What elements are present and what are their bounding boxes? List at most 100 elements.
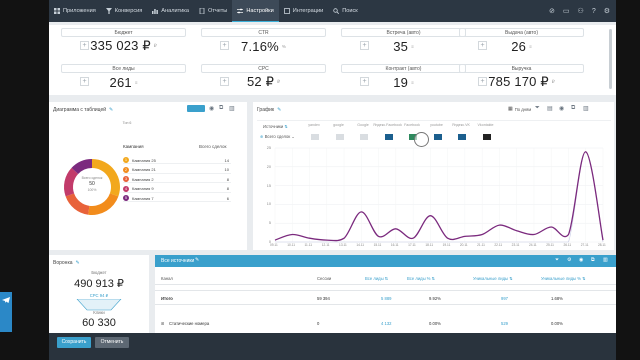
nav-item-reports[interactable]: Отчеты xyxy=(194,0,232,22)
nav-item-search[interactable]: Поиск xyxy=(328,0,363,22)
filter-button[interactable] xyxy=(187,105,205,117)
delete-icon[interactable]: ▥ xyxy=(603,257,608,263)
settings-icon[interactable]: ⚙ xyxy=(604,7,610,15)
kpi-all-leads[interactable]: Все лиды +261 ≡ xyxy=(61,64,186,91)
kpi-meeting[interactable]: Встреча (авто) +35 ≡ xyxy=(341,28,466,55)
delete-icon[interactable]: ▥ xyxy=(229,105,235,112)
source-icon[interactable] xyxy=(335,134,344,140)
help-icon[interactable]: ? xyxy=(592,8,596,15)
source-icon[interactable] xyxy=(433,134,442,140)
sort-icon[interactable]: ⇅ xyxy=(284,124,288,129)
table-row-total[interactable]: Итого 59 394 5 889 9.92% 997 1.68% xyxy=(155,292,616,305)
col-header-leads-pct[interactable]: Все лиды % ⇅ xyxy=(407,276,435,281)
legend-row[interactable]: 3 Кампания 2 8 xyxy=(123,175,231,183)
expand-icon[interactable]: ⊞ xyxy=(161,321,165,326)
col-header-unique-pct[interactable]: Уникальные лиды % ⇅ xyxy=(541,276,586,281)
legend-value: 10 xyxy=(224,167,229,172)
legend-row[interactable]: 5 Кампания 7 6 xyxy=(123,194,231,202)
side-help-tab[interactable] xyxy=(0,292,12,332)
table-divider xyxy=(155,290,616,291)
col-header-leads[interactable]: Все лиды ⇅ xyxy=(365,276,388,281)
edit-pencil-icon[interactable]: ✎ xyxy=(277,107,281,113)
col-header-sessions[interactable]: Сессии xyxy=(317,276,331,281)
nav-right-icons: ⊘ ▭ ⚇ ? ⚙ xyxy=(549,0,610,22)
panel-title-text: График xyxy=(257,107,275,113)
line-chart xyxy=(274,147,604,243)
plus-icon[interactable]: + xyxy=(478,77,487,86)
eye-icon[interactable]: ◉ xyxy=(579,257,583,263)
source-icon[interactable] xyxy=(458,134,466,140)
eye-icon[interactable]: ◉ xyxy=(209,105,214,112)
x-tick-label: 09.11 xyxy=(270,243,278,247)
funnel-cpc-label: CPC xyxy=(89,293,99,298)
legend-value: 8 xyxy=(226,186,229,191)
eye-off-icon[interactable]: ⊘ xyxy=(549,7,555,15)
eye-icon[interactable]: ◉ xyxy=(559,105,564,112)
plus-icon[interactable]: + xyxy=(360,41,369,50)
col-header-unique[interactable]: Уникальные лиды ⇅ xyxy=(473,276,513,281)
kpi-revenue[interactable]: Выручка +785 170 ₽ ₽ xyxy=(459,64,584,91)
kpi-cpc[interactable]: CPC +52 ₽ ₽ xyxy=(201,64,326,91)
nav-label: Интеграции xyxy=(292,8,324,14)
plus-icon[interactable]: + xyxy=(360,77,369,86)
plus-icon[interactable]: + xyxy=(220,77,229,86)
kpi-budget[interactable]: Бюджет +335 023 ₽ ₽ xyxy=(61,28,186,55)
donut-slice[interactable] xyxy=(65,193,90,215)
plus-icon[interactable]: + xyxy=(478,41,487,50)
nav-label: Поиск xyxy=(342,8,358,14)
nav-item-analytics[interactable]: Аналитика xyxy=(147,0,194,22)
col-header-leads-pct-label: Все лиды % xyxy=(407,276,431,281)
chart-type-icon[interactable]: ▤ xyxy=(547,105,553,112)
copy-icon[interactable]: ⧉ xyxy=(219,105,223,112)
edit-pencil-icon[interactable]: ✎ xyxy=(76,260,80,266)
plus-icon[interactable]: + xyxy=(220,41,229,50)
kpi-label: Бюджет xyxy=(61,28,186,37)
cell-leads[interactable]: 5 889 xyxy=(381,296,391,301)
nav-item-integrations[interactable]: Интеграции xyxy=(279,0,328,22)
nav-item-apps[interactable]: Приложения xyxy=(49,0,101,22)
funnel-budget-value: 490 913 ₽ xyxy=(74,278,124,290)
source-icon[interactable] xyxy=(384,134,393,140)
table-row[interactable]: ⊞ Статические номера 0 4 132 0.00% 529 0… xyxy=(155,318,616,330)
plus-icon[interactable]: + xyxy=(80,77,89,86)
period-select[interactable]: ▦ По дням xyxy=(508,106,531,112)
cancel-button[interactable]: Отменить xyxy=(95,337,129,348)
donut-center-value: 50 xyxy=(89,181,95,187)
source-icon[interactable] xyxy=(360,134,368,140)
nav-item-conversion[interactable]: Конверсия xyxy=(101,0,148,22)
plus-icon[interactable]: + xyxy=(80,41,89,50)
col-header-channel[interactable]: Канал xyxy=(161,276,173,281)
filter-icon[interactable]: ⏷ xyxy=(535,105,540,112)
source-icon[interactable] xyxy=(311,134,319,140)
edit-pencil-icon[interactable]: ✎ xyxy=(109,107,113,113)
kpi-scrollbar[interactable] xyxy=(609,29,612,89)
kpi-ctr[interactable]: CTR +7.16%% xyxy=(201,28,326,55)
monitor-icon[interactable]: ▭ xyxy=(563,7,570,15)
legend-row[interactable]: 1 Кампания 25 14 xyxy=(123,156,231,164)
delete-icon[interactable]: ▥ xyxy=(583,105,589,112)
cell-unique[interactable]: 997 xyxy=(501,296,508,301)
nav-item-settings[interactable]: Настройки xyxy=(232,0,279,22)
kpi-unit: % xyxy=(281,43,286,49)
expand-icon: ⊕ xyxy=(260,134,264,139)
copy-icon[interactable]: ⧉ xyxy=(591,257,595,263)
panel-title-text: Диаграмма с таблицей xyxy=(53,107,107,113)
kpi-issued[interactable]: Выдача (авто) +26 ≡ xyxy=(459,28,584,55)
cell-leads-pct: 0.00% xyxy=(429,321,441,326)
settings-icon[interactable]: ⚙ xyxy=(567,257,571,263)
legend-row[interactable]: 4 Кампания 9 8 xyxy=(123,185,231,193)
cell-unique[interactable]: 529 xyxy=(501,321,508,326)
legend-row[interactable]: 2 Кампания 21 10 xyxy=(123,166,231,174)
filter-icon[interactable]: ⏷ xyxy=(555,257,559,263)
kpi-unit: ≡ xyxy=(529,43,532,49)
donut-slice[interactable] xyxy=(88,193,119,216)
save-button[interactable]: Сохранить xyxy=(57,337,91,348)
source-icon[interactable] xyxy=(482,134,491,140)
cell-leads[interactable]: 4 132 xyxy=(381,321,391,326)
metric-toggle[interactable]: ⊕ Всего сделок ⌄ xyxy=(260,134,295,139)
kpi-unit: ≡ xyxy=(134,79,138,85)
account-icon[interactable]: ⚇ xyxy=(578,7,584,15)
copy-icon[interactable]: ⧉ xyxy=(571,105,575,112)
edit-pencil-icon[interactable]: ✎ xyxy=(195,257,199,263)
kpi-contract[interactable]: Контракт (авто) +19 ≡ xyxy=(341,64,466,91)
